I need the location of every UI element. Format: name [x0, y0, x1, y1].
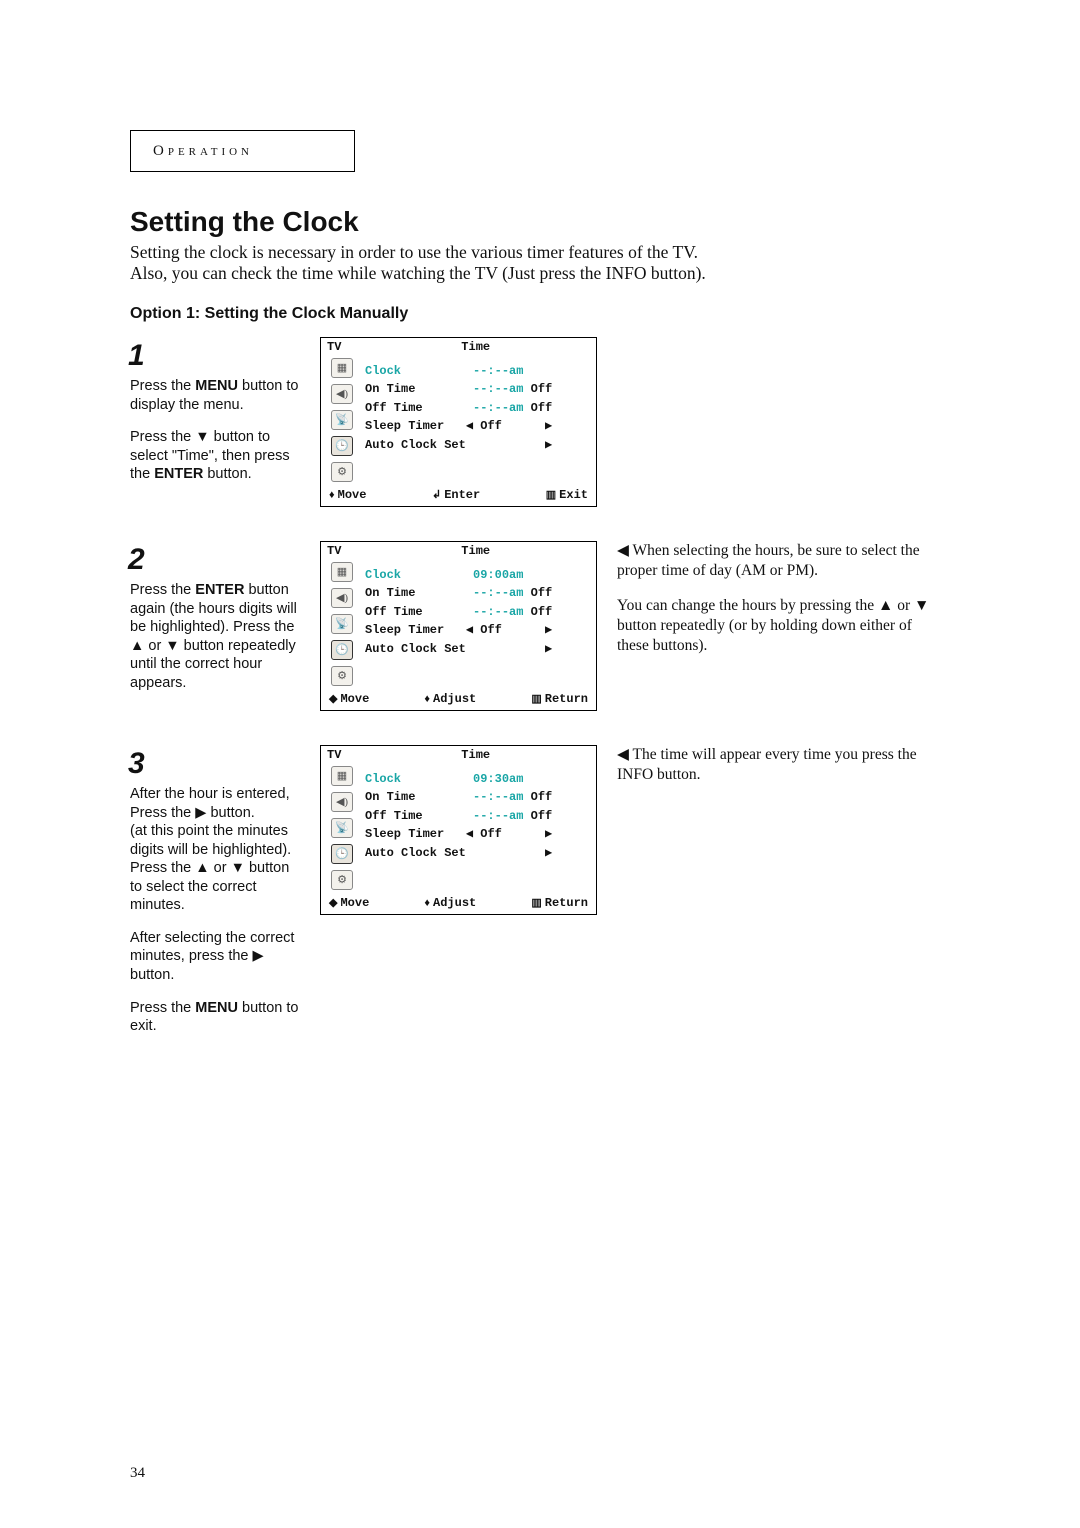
- step-text: After the hour is entered, Press the ▶ b…: [130, 785, 300, 822]
- step-3-notes: ◀ The time will appear every time you pr…: [617, 745, 932, 801]
- osd-menu-list: Clock 09:00am On Time --:--am Off Off Ti…: [357, 558, 596, 690]
- step-2-text: 2 Press the ENTER button again (the hour…: [130, 541, 300, 693]
- sound-icon: ◀): [331, 792, 353, 812]
- step-text: button.: [203, 466, 251, 482]
- note-text: You can change the hours by pressing the…: [617, 596, 932, 655]
- time-icon: 🕒: [331, 436, 353, 456]
- return-label: Return: [545, 896, 588, 910]
- note-text: ◀ The time will appear every time you pr…: [617, 745, 932, 785]
- step-3-row: 3 After the hour is entered, Press the ▶…: [130, 745, 960, 1036]
- osd-menu-list: Clock 09:30am On Time --:--am Off Off Ti…: [357, 762, 596, 894]
- picture-icon: ▦: [331, 766, 353, 786]
- step-number: 1: [128, 337, 300, 375]
- step-text: Press the: [130, 378, 195, 394]
- move-glyph: ◆: [329, 692, 337, 705]
- sound-icon: ◀): [331, 588, 353, 608]
- move-label: Move: [340, 896, 369, 910]
- page-number: 34: [130, 1465, 145, 1482]
- option-title: Option 1: Setting the Clock Manually: [130, 305, 960, 323]
- move-label: Move: [338, 488, 367, 502]
- osd-title: Time: [361, 340, 590, 354]
- intro-text: Setting the clock is necessary in order …: [130, 242, 960, 285]
- return-glyph: ▥: [531, 692, 541, 705]
- step-number: 3: [128, 745, 300, 783]
- picture-icon: ▦: [331, 562, 353, 582]
- exit-label: Exit: [559, 488, 588, 502]
- osd-title: Time: [361, 748, 590, 762]
- osd-sidebar-icons: ▦ ◀) 📡 🕒 ⚙: [321, 762, 357, 894]
- step-2-notes: ◀ When selecting the hours, be sure to s…: [617, 541, 932, 672]
- osd-tv-label: TV: [327, 544, 341, 558]
- step-text: Press the: [130, 582, 195, 598]
- sound-icon: ◀): [331, 384, 353, 404]
- step-text: (at this point the minutes digits will b…: [130, 822, 300, 915]
- time-icon: 🕒: [331, 844, 353, 864]
- channel-icon: 📡: [331, 614, 353, 634]
- enter-label: Enter: [444, 488, 480, 502]
- move-glyph: ◆: [329, 896, 337, 909]
- osd-screenshot-1: TV Time ▦ ◀) 📡 🕒 ⚙ Clock --:--am On Time…: [320, 337, 597, 507]
- adjust-label: Adjust: [433, 896, 476, 910]
- step-2-row: 2 Press the ENTER button again (the hour…: [130, 541, 960, 711]
- channel-icon: 📡: [331, 818, 353, 838]
- note-text: ◀ When selecting the hours, be sure to s…: [617, 541, 932, 581]
- picture-icon: ▦: [331, 358, 353, 378]
- osd-footer: ◆ Move ♦ Adjust ▥ Return: [321, 894, 596, 914]
- step-text: After selecting the correct minutes, pre…: [130, 929, 300, 985]
- channel-icon: 📡: [331, 410, 353, 430]
- osd-title: Time: [361, 544, 590, 558]
- adjust-label: Adjust: [433, 692, 476, 706]
- time-icon: 🕒: [331, 640, 353, 660]
- intro-line: Also, you can check the time while watch…: [130, 263, 960, 284]
- move-label: Move: [340, 692, 369, 706]
- return-label: Return: [545, 692, 588, 706]
- osd-screenshot-2: TV Time ▦ ◀) 📡 🕒 ⚙ Clock 09:00am On Time…: [320, 541, 597, 711]
- setup-icon: ⚙: [331, 666, 353, 686]
- step-1-text: 1 Press the MENU button to display the m…: [130, 337, 300, 484]
- page-title: Setting the Clock: [130, 206, 960, 238]
- move-glyph: ♦: [329, 489, 335, 501]
- exit-glyph: ▥: [546, 488, 556, 501]
- osd-tv-label: TV: [327, 340, 341, 354]
- osd-footer: ◆ Move ♦ Adjust ▥ Return: [321, 690, 596, 710]
- osd-footer: ♦ Move ↲ Enter ▥ Exit: [321, 486, 596, 506]
- osd-menu-list: Clock --:--am On Time --:--am Off Off Ti…: [357, 354, 596, 486]
- setup-icon: ⚙: [331, 462, 353, 482]
- step-text: button again (the hours digits will be h…: [130, 582, 297, 691]
- menu-button-label: MENU: [195, 378, 238, 394]
- step-number: 2: [128, 541, 300, 579]
- section-label: Operation: [130, 130, 355, 172]
- osd-tv-label: TV: [327, 748, 341, 762]
- osd-sidebar-icons: ▦ ◀) 📡 🕒 ⚙: [321, 558, 357, 690]
- enter-button-label: ENTER: [154, 466, 203, 482]
- adjust-glyph: ♦: [424, 897, 430, 909]
- intro-line: Setting the clock is necessary in order …: [130, 242, 960, 263]
- adjust-glyph: ♦: [424, 693, 430, 705]
- menu-button-label: MENU: [195, 1000, 238, 1016]
- step-text: Press the: [130, 1000, 195, 1016]
- step-1-row: 1 Press the MENU button to display the m…: [130, 337, 960, 507]
- osd-sidebar-icons: ▦ ◀) 📡 🕒 ⚙: [321, 354, 357, 486]
- return-glyph: ▥: [531, 896, 541, 909]
- step-3-text: 3 After the hour is entered, Press the ▶…: [130, 745, 300, 1036]
- setup-icon: ⚙: [331, 870, 353, 890]
- enter-button-label: ENTER: [195, 582, 244, 598]
- enter-glyph: ↲: [432, 488, 441, 501]
- osd-screenshot-3: TV Time ▦ ◀) 📡 🕒 ⚙ Clock 09:30am On Time…: [320, 745, 597, 915]
